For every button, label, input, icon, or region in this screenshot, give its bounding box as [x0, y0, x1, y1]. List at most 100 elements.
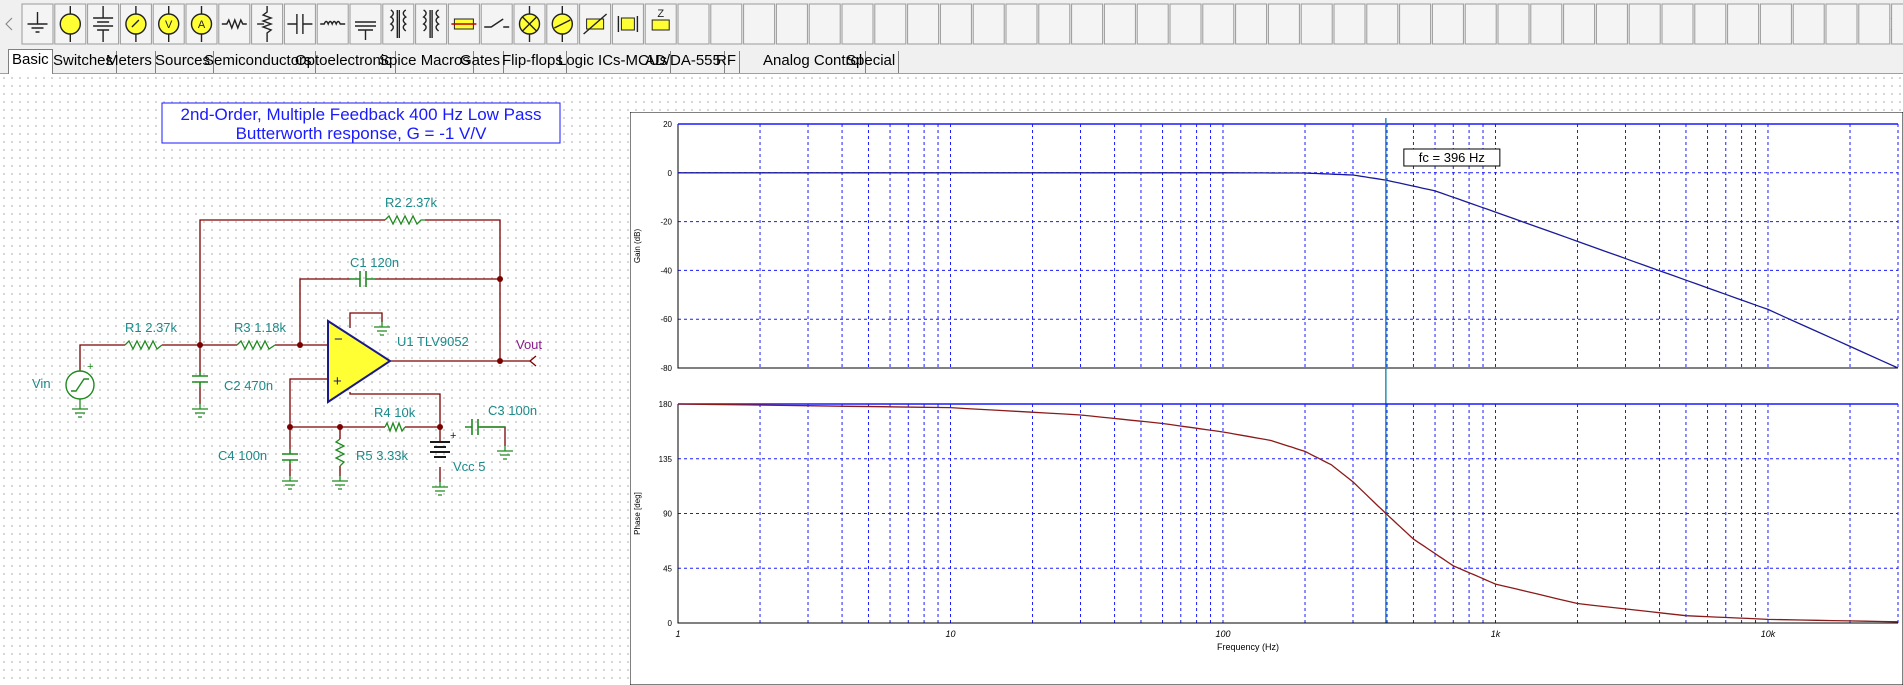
variable-capacitor-icon[interactable] [349, 3, 382, 45]
toolbar-empty-slot[interactable] [1792, 3, 1825, 45]
toolbar-empty-slot[interactable] [1628, 3, 1661, 45]
ammeter-icon[interactable]: A [185, 3, 218, 45]
vout-label: Vout [516, 337, 542, 352]
toolbar-empty-slot[interactable] [1366, 3, 1399, 45]
switch-icon[interactable] [480, 3, 513, 45]
svg-text:fc = 396 Hz: fc = 396 Hz [1419, 150, 1485, 165]
y-tick-label: 90 [663, 510, 672, 519]
svg-text:+: + [333, 373, 342, 390]
toolbar-empty-slot[interactable] [1399, 3, 1432, 45]
component-tabs: Basic Switches Meters Sources Semiconductors… [0, 48, 1903, 74]
r2-label: R2 2.37k [385, 195, 438, 210]
toolbar-empty-slot[interactable] [1858, 3, 1891, 45]
y-tick-label: 45 [663, 564, 672, 573]
toolbar-empty-slot[interactable] [841, 3, 874, 45]
opamp-u1: − + [327, 319, 392, 404]
toolbar-empty-slot[interactable] [1267, 3, 1300, 45]
toolbar-empty-slot[interactable] [1497, 3, 1530, 45]
toolbar-empty-slot[interactable] [1235, 3, 1268, 45]
toolbar-empty-slot[interactable] [710, 3, 743, 45]
vcc-label: Vcc 5 [453, 459, 486, 474]
toolbar-empty-slot[interactable] [743, 3, 776, 45]
toolbar-empty-slot[interactable] [907, 3, 940, 45]
tab-gates[interactable]: Gates [457, 51, 505, 73]
toolbar-empty-slot[interactable] [677, 3, 710, 45]
crystal-icon[interactable] [611, 3, 644, 45]
c3-capacitor [465, 419, 505, 435]
toolbar-empty-slot[interactable] [1595, 3, 1628, 45]
inductor-icon[interactable] [316, 3, 349, 45]
toolbar-empty-slot[interactable] [939, 3, 972, 45]
toolbar-scroll-left-icon[interactable] [5, 17, 13, 31]
wires [79, 219, 530, 482]
y-tick-label: 0 [668, 619, 673, 628]
toolbar-empty-slot[interactable] [1563, 3, 1596, 45]
impedance-icon[interactable]: Z [644, 3, 677, 45]
c4-capacitor [282, 449, 298, 464]
capacitor-icon[interactable] [283, 3, 316, 45]
x-tick-label: 1k [1491, 629, 1501, 639]
toolbar-empty-slot[interactable] [1825, 3, 1858, 45]
r1-resistor [124, 339, 163, 351]
c3-label: C3 100n [488, 403, 537, 418]
toolbar-empty-slot[interactable] [1300, 3, 1333, 45]
c2-label: C2 470n [224, 378, 273, 393]
tab-basic[interactable]: Basic [8, 49, 53, 74]
c2-capacitor [192, 372, 208, 387]
bode-plot[interactable]: 20 0 -20 -40 -60 -80 Gain (dB) fc = 396 Hz 180 13… [630, 112, 1903, 685]
toolbar-empty-slot[interactable] [1727, 3, 1760, 45]
voltmeter-icon[interactable] [119, 3, 152, 45]
toolbar-empty-slot[interactable] [1169, 3, 1202, 45]
svg-text:+: + [87, 361, 93, 373]
toolbar-empty-slot[interactable] [874, 3, 907, 45]
toolbar-empty-slot[interactable] [972, 3, 1005, 45]
toolbar-empty-slot[interactable] [1333, 3, 1366, 45]
toolbar-empty-slot[interactable] [1005, 3, 1038, 45]
y-tick-label: 0 [668, 169, 673, 178]
toolbar-empty-slot[interactable] [1759, 3, 1792, 45]
varistor-icon[interactable] [579, 3, 612, 45]
schematic: 2nd-Order, Multiple Feedback 400 Hz Low … [32, 102, 561, 496]
ground-icon[interactable] [21, 3, 54, 45]
toolbar-empty-slot[interactable] [1431, 3, 1464, 45]
voltmeter-v-icon[interactable]: V [152, 3, 185, 45]
resistor-icon[interactable] [218, 3, 251, 45]
plot-frame [630, 112, 1903, 685]
voltage-source-icon[interactable] [54, 3, 87, 45]
toolbar-empty-slot[interactable] [1530, 3, 1563, 45]
tab-special[interactable]: Special [843, 51, 900, 73]
x-tick-label: 10k [1761, 629, 1776, 639]
toolbar-empty-slot[interactable] [808, 3, 841, 45]
toolbar-icons: V A Z [5, 3, 1903, 45]
impedance-z-label: Z [657, 8, 664, 20]
toolbar-empty-slot[interactable] [1694, 3, 1727, 45]
svg-text:+: + [450, 430, 456, 442]
toolbar-empty-slot[interactable] [775, 3, 808, 45]
y-tick-label: 20 [663, 120, 672, 129]
fuse-icon[interactable] [447, 3, 480, 45]
c1-label: C1 120n [350, 255, 399, 270]
toolbar-empty-slot[interactable] [1071, 3, 1104, 45]
toolbar-empty-slot[interactable] [1038, 3, 1071, 45]
schematic-canvas[interactable]: 2nd-Order, Multiple Feedback 400 Hz Low … [0, 74, 1903, 685]
r5-resistor [334, 438, 346, 467]
transformer-icon[interactable] [382, 3, 415, 45]
toolbar-empty-slot[interactable] [1103, 3, 1136, 45]
transformer-2-icon[interactable] [415, 3, 448, 45]
lamp-icon[interactable] [513, 3, 546, 45]
motor-icon[interactable] [546, 3, 579, 45]
tab-meters[interactable]: Meters [103, 51, 156, 73]
battery-icon[interactable] [87, 3, 120, 45]
toolbar-empty-slot[interactable] [1136, 3, 1169, 45]
tab-rf[interactable]: RF [713, 51, 740, 73]
r3-resistor [236, 339, 276, 351]
y-tick-label: -20 [660, 218, 672, 227]
toolbar-empty-slot[interactable] [1202, 3, 1235, 45]
toolbar-empty-slot[interactable] [1891, 3, 1903, 45]
r1-label: R1 2.37k [125, 320, 178, 335]
vcc-battery: + [430, 430, 456, 458]
vout-terminal [529, 355, 537, 367]
potentiometer-icon[interactable] [251, 3, 284, 45]
toolbar-empty-slot[interactable] [1661, 3, 1694, 45]
toolbar-empty-slot[interactable] [1464, 3, 1497, 45]
